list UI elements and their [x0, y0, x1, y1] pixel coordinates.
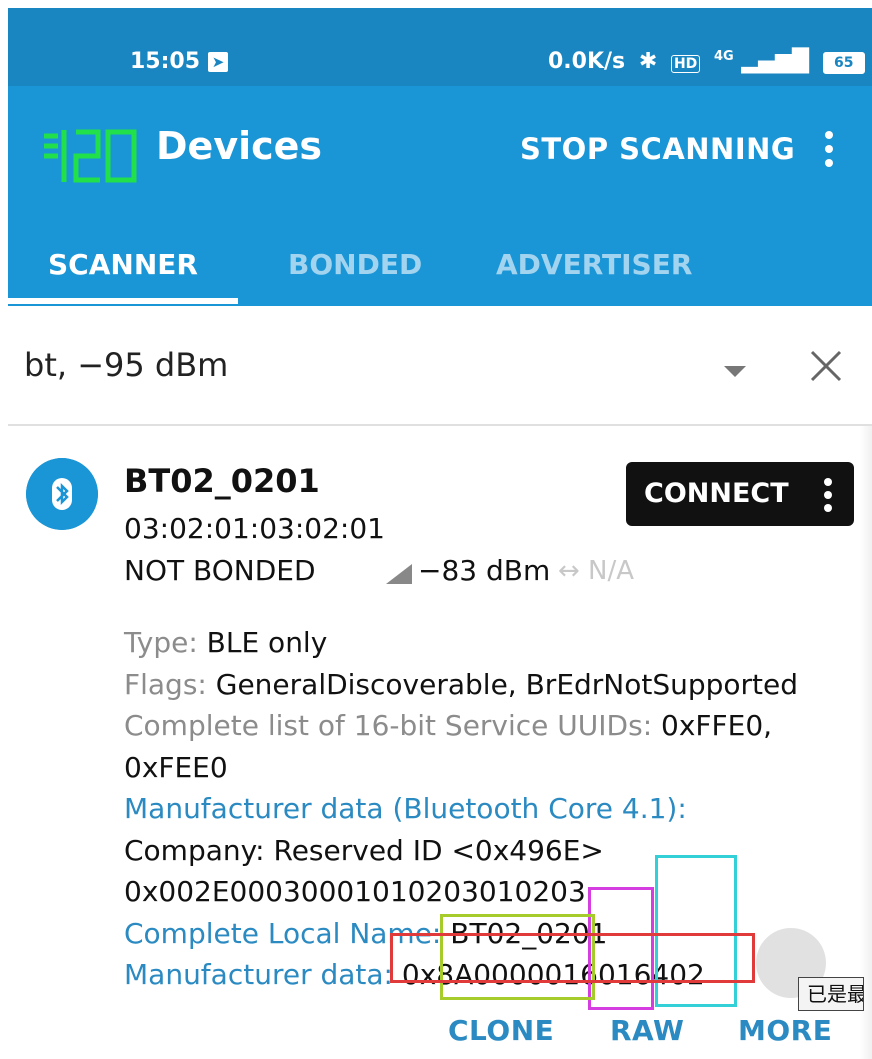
raw-button[interactable]: RAW [610, 1014, 684, 1047]
net-speed: 0.0K/s [548, 49, 626, 74]
device-mac-address: 03:02:01:03:02:01 [124, 512, 385, 545]
status-bar: 15:05 ➤ 0.0K/s ✱ HD 4G ▂▄▆█ 65 ⚡ [8, 8, 872, 86]
dropdown-arrow-icon[interactable] [724, 366, 746, 377]
bluetooth-status-icon: ✱ [638, 49, 658, 74]
annotation-box-cyan [655, 855, 737, 1007]
more-button[interactable]: MORE [738, 1014, 832, 1047]
network-type: 4G [713, 49, 734, 64]
signal-strength-icon [386, 564, 412, 584]
scroll-edge [860, 426, 872, 1059]
detail-service-uuids: Complete list of 16-bit Service UUIDs: 0… [124, 709, 773, 784]
filter-bar[interactable]: bt, −95 dBm [8, 306, 872, 426]
close-icon[interactable] [808, 348, 844, 384]
page-title: Devices [156, 124, 323, 168]
location-icon: ➤ [208, 52, 228, 72]
detail-company: Company: Reserved ID <0x496E> [124, 833, 604, 867]
status-time: 15:05 [130, 49, 201, 74]
hd-icon: HD [670, 55, 701, 73]
stop-scanning-button[interactable]: STOP SCANNING [520, 132, 795, 166]
app-window: 15:05 ➤ 0.0K/s ✱ HD 4G ▂▄▆█ 65 ⚡ Devices… [8, 8, 872, 1059]
toast-message: 已是最 [798, 977, 864, 1011]
overflow-menu-icon[interactable] [820, 130, 838, 168]
detail-flags: Flags: GeneralDiscoverable, BrEdrNotSupp… [124, 667, 799, 701]
device-name: BT02_0201 [124, 462, 320, 500]
connect-label: CONNECT [644, 478, 789, 509]
nrf-connect-logo-icon [44, 129, 137, 183]
clone-button[interactable]: CLONE [448, 1014, 554, 1047]
tab-advertiser[interactable]: ADVERTISER [496, 236, 692, 306]
annotation-box-red [390, 933, 755, 983]
detail-manufacturer-hex: 0x002E00030001010203010203 [124, 875, 586, 908]
detail-manufacturer-data-label: Manufacturer data (Bluetooth Core 4.1): [124, 792, 687, 825]
bond-state: NOT BONDED [124, 554, 316, 587]
app-bar: Devices STOP SCANNING SCANNER BONDED ADV… [8, 86, 872, 306]
active-tab-indicator [8, 298, 238, 304]
filter-summary[interactable]: bt, −95 dBm [24, 346, 228, 384]
connect-button[interactable]: CONNECT [626, 462, 854, 526]
device-overflow-icon[interactable] [822, 476, 834, 514]
status-indicators: 0.0K/s ✱ HD 4G ▂▄▆█ 65 ⚡ [548, 49, 872, 74]
battery-icon: 65 [822, 52, 865, 74]
bluetooth-device-icon [26, 458, 98, 530]
detail-type: Type: BLE only [124, 626, 328, 659]
signal-bars-icon: ▂▄▆█ [741, 49, 810, 74]
tab-bar: SCANNER BONDED ADVERTISER [8, 236, 872, 306]
advertising-interval: ↔ N/A [558, 556, 635, 586]
device-actions: CLONE RAW MORE [8, 1014, 872, 1059]
rssi-value: −83 dBm [418, 554, 551, 587]
tab-scanner[interactable]: SCANNER [48, 236, 198, 306]
tab-bonded[interactable]: BONDED [288, 236, 422, 306]
